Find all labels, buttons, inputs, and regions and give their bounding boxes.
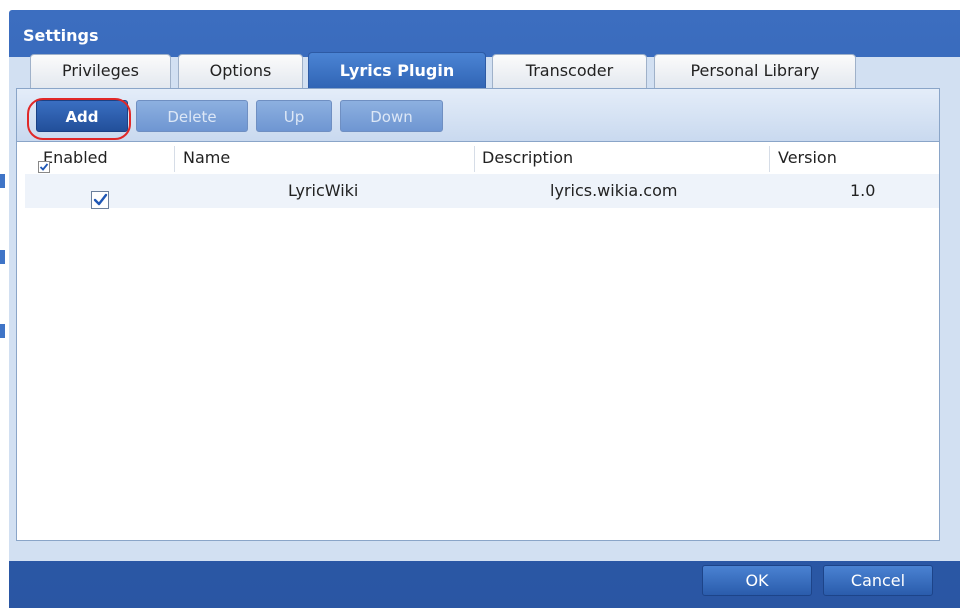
tab-privileges[interactable]: Privileges <box>30 54 171 88</box>
tab-personal-library[interactable]: Personal Library <box>654 54 856 88</box>
checkmark-icon <box>93 193 108 206</box>
column-header-name[interactable]: Name <box>183 142 230 174</box>
ok-button[interactable]: OK <box>702 565 812 596</box>
select-all-checkbox[interactable] <box>38 161 50 173</box>
background-edge-mark <box>0 250 5 264</box>
down-button[interactable]: Down <box>340 100 443 132</box>
row-version-cell: 1.0 <box>850 181 876 200</box>
table-row[interactable] <box>25 174 939 208</box>
column-header-version[interactable]: Version <box>778 142 837 174</box>
up-button[interactable]: Up <box>256 100 332 132</box>
column-separator <box>769 146 770 172</box>
cancel-button[interactable]: Cancel <box>823 565 933 596</box>
delete-button[interactable]: Delete <box>136 100 248 132</box>
dialog-title: Settings <box>23 26 99 45</box>
row-name-cell: LyricWiki <box>288 181 359 200</box>
plugins-grid: Enabled Name Description Version LyricWi… <box>16 142 940 541</box>
column-separator <box>174 146 175 172</box>
row-enabled-checkbox[interactable] <box>91 191 109 209</box>
checkmark-icon <box>39 163 49 171</box>
column-header-description[interactable]: Description <box>482 142 573 174</box>
column-header-enabled[interactable]: Enabled <box>43 142 108 174</box>
add-button[interactable]: Add <box>36 100 128 132</box>
row-description-cell: lyrics.wikia.com <box>550 181 678 200</box>
tab-transcoder[interactable]: Transcoder <box>492 54 647 88</box>
tab-lyrics-plugin[interactable]: Lyrics Plugin <box>308 52 486 90</box>
column-separator <box>474 146 475 172</box>
background-edge-mark <box>0 174 5 188</box>
tab-options[interactable]: Options <box>178 54 303 88</box>
background-edge-mark <box>0 324 5 338</box>
